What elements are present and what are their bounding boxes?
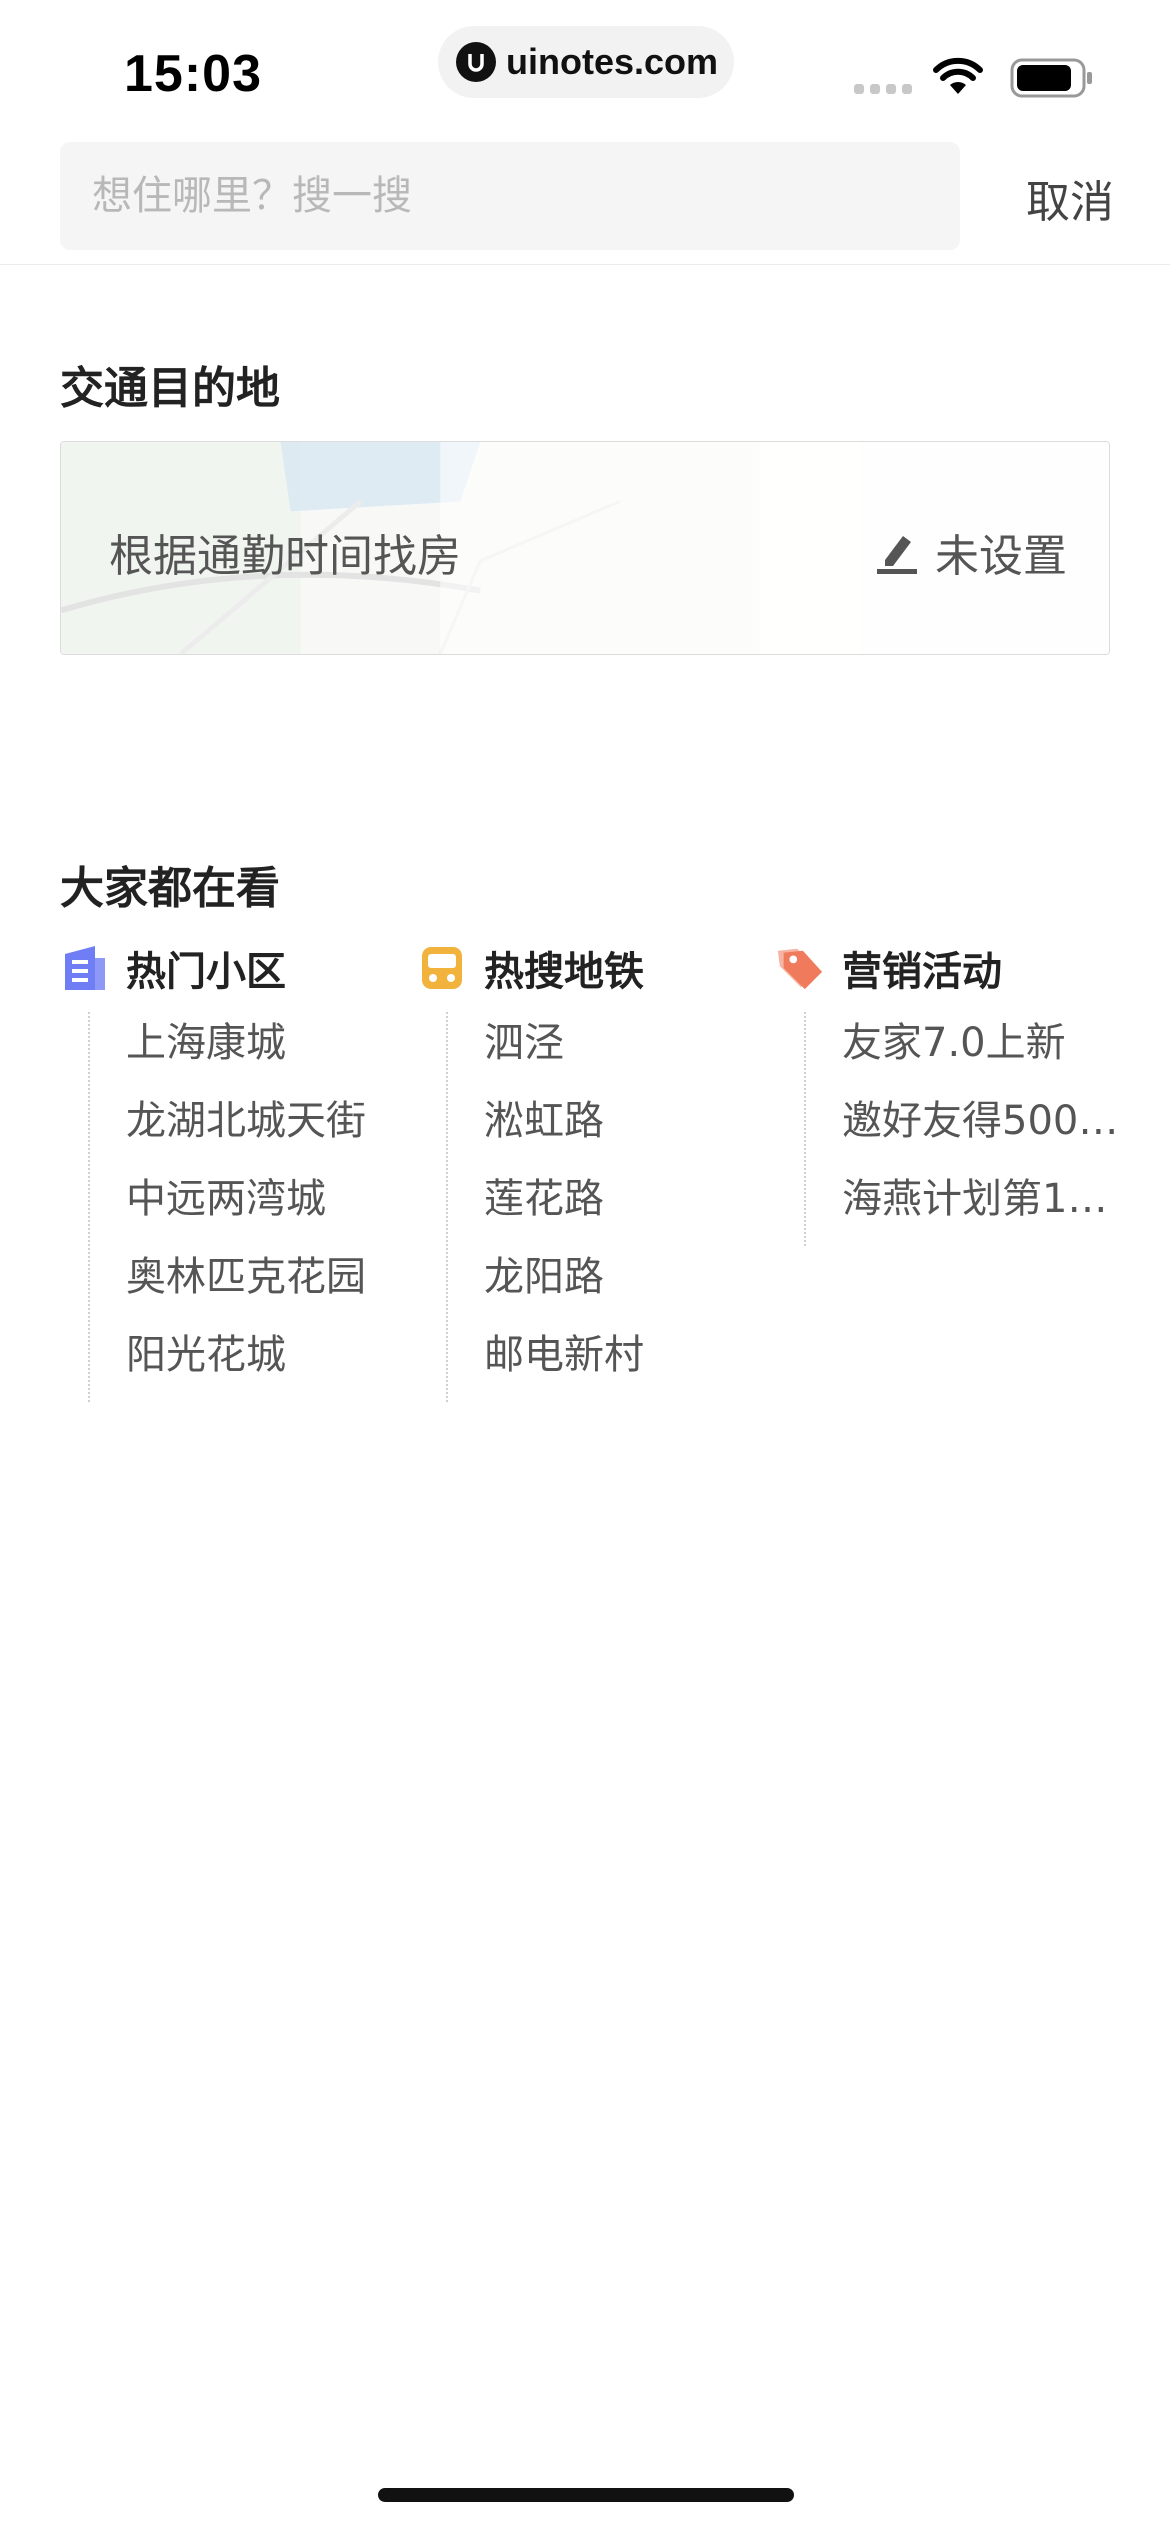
commute-section-title: 交通目的地 <box>60 363 280 414</box>
list-item[interactable]: 海燕计划第1… <box>842 1168 1136 1246</box>
list-item[interactable]: 中远两湾城 <box>126 1168 420 1246</box>
list-item[interactable]: 泗泾 <box>484 1012 778 1090</box>
list-item[interactable]: 莲花路 <box>484 1168 778 1246</box>
list-item[interactable]: 上海康城 <box>126 1012 420 1090</box>
building-icon <box>60 944 108 992</box>
list-item[interactable]: 友家7.0上新 <box>842 1012 1136 1090</box>
popular-column-communities: 热门小区 上海康城 龙湖北城天街 中远两湾城 奥林匹克花园 阳光花城 <box>60 938 420 1402</box>
site-logo-icon <box>456 42 496 82</box>
commute-label: 根据通勤时间找房 <box>109 531 461 582</box>
popular-column-promotions: 营销活动 友家7.0上新 邀好友得500… 海燕计划第1… <box>776 938 1136 1246</box>
status-time: 15:03 <box>124 45 262 103</box>
list-item[interactable]: 阳光花城 <box>126 1324 420 1402</box>
column-title: 热搜地铁 <box>484 949 644 995</box>
url-pill[interactable]: uinotes.com <box>438 26 734 98</box>
list-item[interactable]: 龙阳路 <box>484 1246 778 1324</box>
list-item[interactable]: 淞虹路 <box>484 1090 778 1168</box>
battery-icon <box>1010 58 1092 98</box>
list-item[interactable]: 邮电新村 <box>484 1324 778 1402</box>
popular-column-metro: 热搜地铁 泗泾 淞虹路 莲花路 龙阳路 邮电新村 <box>418 938 778 1402</box>
list-item[interactable]: 邀好友得500… <box>842 1090 1136 1168</box>
cellular-signal-icon <box>854 84 912 94</box>
commute-action-label: 未设置 <box>935 531 1067 582</box>
list-item[interactable]: 龙湖北城天街 <box>126 1090 420 1168</box>
status-bar: 15:03 uinotes.com <box>0 0 1170 140</box>
search-input[interactable] <box>60 142 960 250</box>
tag-icon <box>776 944 824 992</box>
search-bar: 取消 <box>0 140 1170 265</box>
popular-section-title: 大家都在看 <box>60 863 280 914</box>
edit-icon <box>877 536 917 574</box>
column-title: 热门小区 <box>126 949 286 995</box>
column-title: 营销活动 <box>842 949 1002 995</box>
list-item[interactable]: 奥林匹克花园 <box>126 1246 420 1324</box>
commute-set-button[interactable]: 未设置 <box>875 520 1067 584</box>
cancel-button[interactable]: 取消 <box>1026 166 1114 230</box>
metro-icon <box>418 944 466 992</box>
home-indicator[interactable] <box>378 2488 794 2502</box>
wifi-icon <box>933 57 983 94</box>
url-text: uinotes.com <box>506 41 719 82</box>
commute-card[interactable]: 根据通勤时间找房 未设置 <box>60 441 1110 655</box>
